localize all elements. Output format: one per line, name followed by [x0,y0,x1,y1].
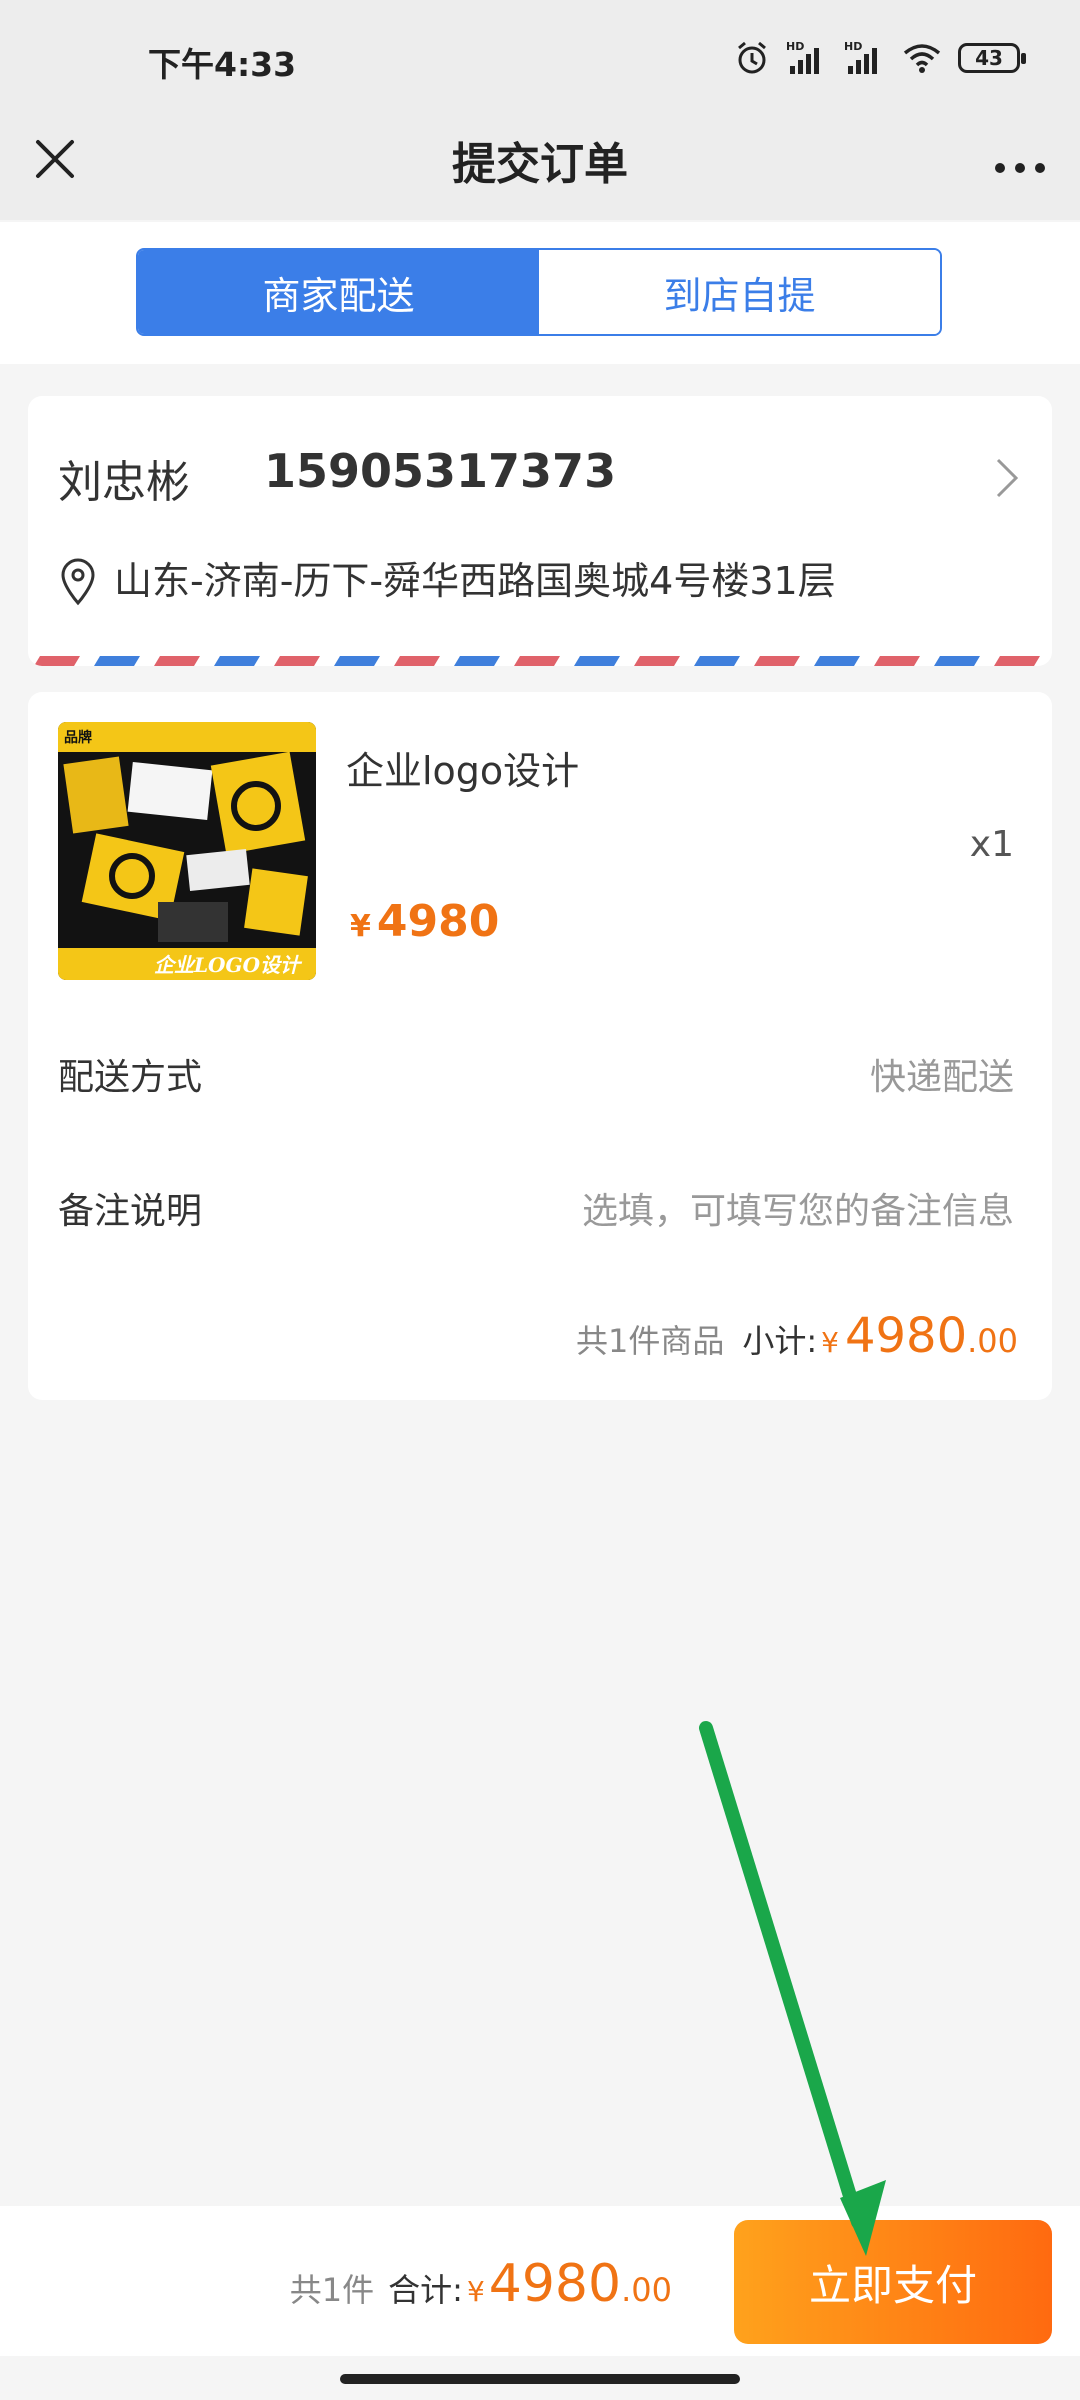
subtotal: 共1件商品 小计: ¥ 4980 .00 [576,1308,1018,1364]
svg-text:HD: HD [844,40,862,53]
delivery-tabs-section: 商家配送 到店自提 [0,222,1080,364]
page-title: 提交订单 [452,139,628,190]
pay-now-button[interactable]: 立即支付 [734,2220,1052,2344]
location-pin-icon [61,558,95,606]
chevron-right-icon [996,458,1019,498]
currency-symbol: ¥ [350,909,371,944]
tab-merchant-delivery[interactable]: 商家配送 [138,250,539,334]
total-integer: 4980 [488,2254,622,2314]
tab-store-pickup[interactable]: 到店自提 [539,250,940,334]
alarm-icon [738,41,766,74]
address-card[interactable]: 刘忠彬 15905317373 山东-济南-历下-舜华西路国奥城4号楼31层 [28,396,1052,666]
recipient-name: 刘忠彬 [58,457,190,508]
product-image: 企业LOGO设计 品牌 [58,722,316,980]
price-value: 4980 [376,896,500,947]
signal-icon: HD [844,40,877,74]
status-icons: HD HD 43 [734,36,1026,80]
order-card: 企业LOGO设计 品牌 企业logo设计 x1 ¥4980 配送方式 快递配送 … [28,692,1052,1400]
shipping-value[interactable]: 快递配送 [870,1048,1014,1100]
subtotal-label: 小计: [742,1322,818,1360]
signal-icon: HD [786,40,819,74]
shipping-label: 配送方式 [58,1057,203,1098]
total-decimal: .00 [621,2271,672,2309]
subtotal-decimal: .00 [967,1322,1018,1360]
nav-bar: 提交订单 [0,120,1080,220]
checkout-bar: 共1件 合计: ¥ 4980 .00 立即支付 [0,2206,1080,2356]
order-total: 共1件 合计: ¥ 4980 .00 [290,2254,672,2314]
product-quantity: x1 [969,824,1014,865]
home-indicator[interactable] [340,2374,740,2384]
subtotal-currency: ¥ [821,1326,839,1359]
status-bar: 下午4:33 HD HD 43 [0,0,1080,120]
subtotal-count: 共1件商品 [575,1322,725,1360]
battery-icon: 43 [958,43,1026,73]
recipient-phone: 15905317373 [264,444,617,498]
svg-text:HD: HD [786,40,804,53]
svg-text:品牌: 品牌 [64,729,92,746]
more-icon[interactable] [990,132,1050,182]
address-text: 山东-济南-历下-舜华西路国奥城4号楼31层 [114,559,836,603]
total-count: 共1件 [289,2271,375,2309]
total-label: 合计: [388,2271,463,2309]
remark-input[interactable]: 选填，可填写您的备注信息 [582,1182,1014,1234]
airmail-stripe [28,656,1052,666]
product-price: ¥4980 [350,896,499,947]
wifi-icon [903,44,941,73]
subtotal-integer: 4980 [844,1308,968,1364]
remark-label: 备注说明 [58,1191,203,1232]
delivery-tabs: 商家配送 到店自提 [136,248,942,336]
total-currency: ¥ [466,2275,485,2308]
battery-level: 43 [975,46,1003,70]
svg-text:企业LOGO设计: 企业LOGO设计 [154,953,303,977]
product-name: 企业logo设计 [346,749,580,793]
status-time: 下午4:33 [148,45,297,84]
